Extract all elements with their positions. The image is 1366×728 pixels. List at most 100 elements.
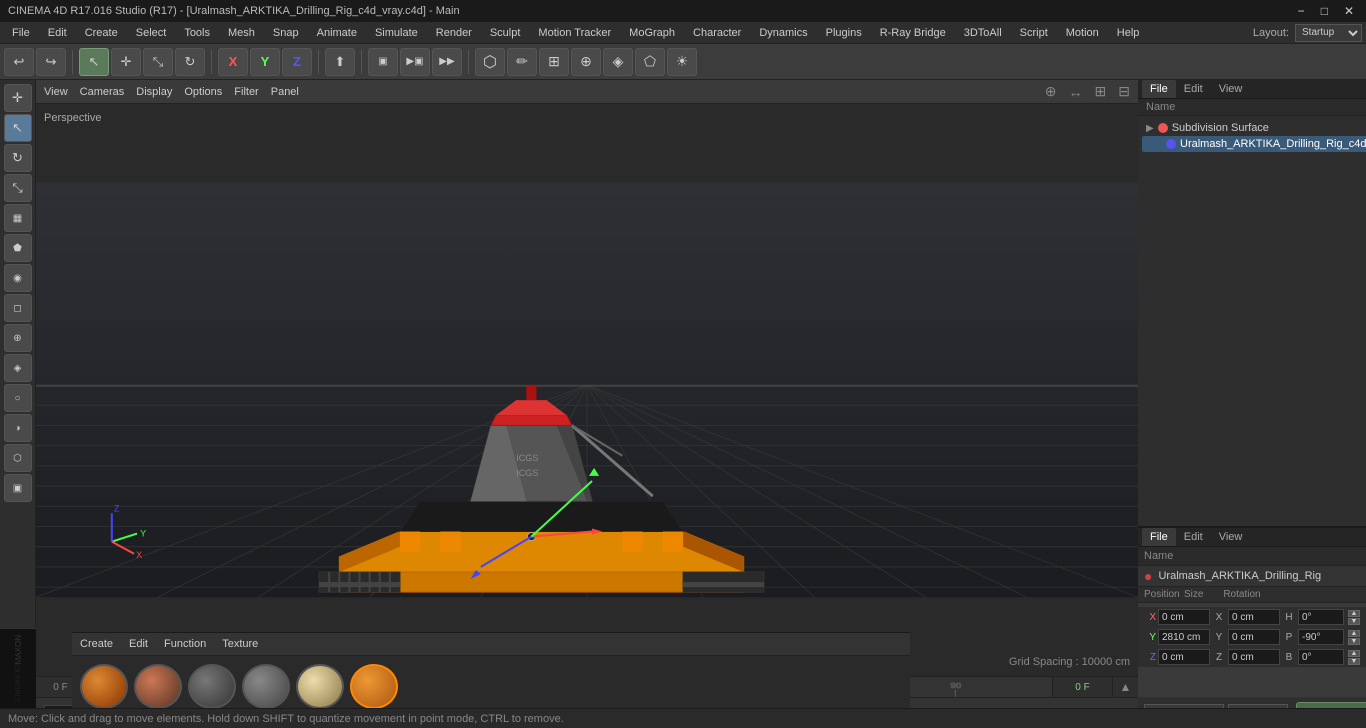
extra-tool-btn[interactable]: ▣	[4, 474, 32, 502]
vp-menu-options[interactable]: Options	[184, 86, 222, 98]
minimize-btn[interactable]: −	[1294, 4, 1309, 18]
menu-mesh[interactable]: Mesh	[220, 25, 263, 41]
layout-select[interactable]: Startup Standard	[1295, 24, 1362, 42]
tree-item-rig[interactable]: Uralmash_ARKTIKA_Drilling_Rig_c4d	[1142, 136, 1366, 152]
menu-mograph[interactable]: MoGraph	[621, 25, 683, 41]
x-spinners[interactable]: ▲ ▼	[1348, 610, 1360, 625]
frame-up-btn[interactable]: ▲	[1112, 677, 1138, 697]
render-all-btn[interactable]: ▶▶	[432, 48, 462, 76]
tree-item-subdivsurface[interactable]: ▶ Subdivision Surface	[1142, 120, 1366, 136]
attr-view-tab[interactable]: View	[1211, 528, 1251, 546]
vp-menu-panel[interactable]: Panel	[271, 86, 299, 98]
scale-tool-btn[interactable]: ⤡	[4, 174, 32, 202]
menu-help[interactable]: Help	[1109, 25, 1148, 41]
mat-texture[interactable]: Texture	[222, 638, 258, 650]
mat-edit[interactable]: Edit	[129, 638, 148, 650]
point-mode-btn[interactable]: ◉	[4, 264, 32, 292]
world-axis-btn[interactable]: ⬆	[325, 48, 355, 76]
menu-render[interactable]: Render	[428, 25, 480, 41]
menu-sculpt[interactable]: Sculpt	[482, 25, 529, 41]
object-mode-btn[interactable]: ◻	[4, 294, 32, 322]
select-btn[interactable]: ↖	[79, 48, 109, 76]
axis-z-btn[interactable]: Z	[282, 48, 312, 76]
attr-edit-tab[interactable]: Edit	[1176, 528, 1211, 546]
cube-btn[interactable]: ⬡	[475, 48, 505, 76]
poly-mode-btn[interactable]: ▦	[4, 204, 32, 232]
paint-tool-btn[interactable]: ◑	[4, 414, 32, 442]
draw-btn[interactable]: ✏	[507, 48, 537, 76]
render-region-btn[interactable]: ▣	[368, 48, 398, 76]
move-btn[interactable]: ✛	[111, 48, 141, 76]
menu-create[interactable]: Create	[77, 25, 126, 41]
spin-down-z[interactable]: ▼	[1348, 658, 1360, 665]
snap-tool-btn[interactable]: ⊕	[4, 324, 32, 352]
deformer-btn[interactable]: ⊕	[571, 48, 601, 76]
menu-motion[interactable]: Motion	[1058, 25, 1107, 41]
close-btn[interactable]: ✕	[1340, 4, 1358, 18]
brush-tool-btn[interactable]: ○	[4, 384, 32, 412]
vp-icon-3[interactable]: ⊞	[1095, 83, 1107, 100]
nurbs-btn[interactable]: ⊞	[539, 48, 569, 76]
vp-icon-4[interactable]: ⊟	[1118, 83, 1130, 100]
x-size-input[interactable]	[1228, 609, 1280, 625]
y-pos-input[interactable]	[1158, 629, 1210, 645]
menu-file[interactable]: File	[4, 25, 38, 41]
rotate-tool-btn[interactable]: ↻	[4, 144, 32, 172]
edge-mode-btn[interactable]: ⬟	[4, 234, 32, 262]
texture-tool-btn[interactable]: ⬡	[4, 444, 32, 472]
attr-file-tab[interactable]: File	[1142, 528, 1176, 546]
camera-btn[interactable]: ⬠	[635, 48, 665, 76]
y-spinners[interactable]: ▲ ▼	[1348, 630, 1360, 645]
generator-btn[interactable]: ◈	[603, 48, 633, 76]
light-btn[interactable]: ☀	[667, 48, 697, 76]
knife-tool-btn[interactable]: ◈	[4, 354, 32, 382]
y-size-input[interactable]	[1228, 629, 1280, 645]
vp-menu-view[interactable]: View	[44, 86, 68, 98]
p-rot-input[interactable]	[1298, 629, 1344, 645]
vp-icon-2[interactable]: ↔	[1069, 84, 1083, 100]
menu-motion-tracker[interactable]: Motion Tracker	[530, 25, 619, 41]
vp-menu-display[interactable]: Display	[136, 86, 172, 98]
b-rot-input[interactable]	[1298, 649, 1344, 665]
spin-down[interactable]: ▼	[1348, 618, 1360, 625]
menu-edit[interactable]: Edit	[40, 25, 75, 41]
x-pos-input[interactable]	[1158, 609, 1210, 625]
menu-script[interactable]: Script	[1012, 25, 1056, 41]
redo-btn[interactable]: ↪	[36, 48, 66, 76]
objects-file-tab[interactable]: File	[1142, 80, 1176, 98]
spin-up[interactable]: ▲	[1348, 610, 1360, 617]
menu-plugins[interactable]: Plugins	[818, 25, 870, 41]
scale-btn[interactable]: ⤡	[143, 48, 173, 76]
axis-y-btn[interactable]: Y	[250, 48, 280, 76]
viewport-3d[interactable]: ICGS ICGS	[36, 104, 1138, 676]
menu-dynamics[interactable]: Dynamics	[751, 25, 815, 41]
menu-vray[interactable]: R-Ray Bridge	[872, 25, 954, 41]
z-spinners[interactable]: ▲ ▼	[1348, 650, 1360, 665]
spin-down-y[interactable]: ▼	[1348, 638, 1360, 645]
menu-character[interactable]: Character	[685, 25, 749, 41]
rotate-btn[interactable]: ↻	[175, 48, 205, 76]
h-rot-input[interactable]	[1298, 609, 1344, 625]
mat-create[interactable]: Create	[80, 638, 113, 650]
render-frame-btn[interactable]: ▶▣	[400, 48, 430, 76]
objects-view-tab[interactable]: View	[1211, 80, 1251, 98]
vp-icon-1[interactable]: ⊕	[1045, 83, 1057, 100]
move-tool-btn[interactable]: ✛	[4, 84, 32, 112]
menu-3dtoall[interactable]: 3DToAll	[956, 25, 1010, 41]
mat-function[interactable]: Function	[164, 638, 206, 650]
z-size-input[interactable]	[1228, 649, 1280, 665]
z-pos-input[interactable]	[1158, 649, 1210, 665]
menu-snap[interactable]: Snap	[265, 25, 307, 41]
spin-up-z[interactable]: ▲	[1348, 650, 1360, 657]
vp-menu-cameras[interactable]: Cameras	[80, 86, 125, 98]
spin-up-y[interactable]: ▲	[1348, 630, 1360, 637]
menu-select[interactable]: Select	[128, 25, 175, 41]
menu-tools[interactable]: Tools	[176, 25, 218, 41]
menu-animate[interactable]: Animate	[309, 25, 365, 41]
undo-btn[interactable]: ↩	[4, 48, 34, 76]
menu-simulate[interactable]: Simulate	[367, 25, 426, 41]
objects-edit-tab[interactable]: Edit	[1176, 80, 1211, 98]
axis-x-btn[interactable]: X	[218, 48, 248, 76]
maximize-btn[interactable]: □	[1317, 4, 1332, 18]
select-tool-btn[interactable]: ↖	[4, 114, 32, 142]
